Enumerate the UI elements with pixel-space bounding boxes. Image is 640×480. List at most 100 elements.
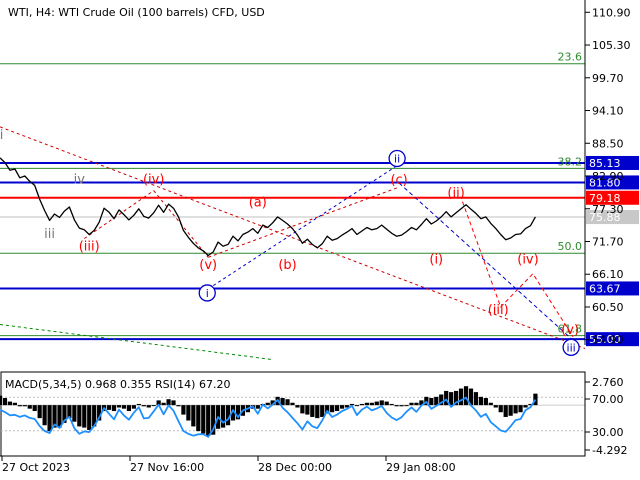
macd-histogram-bar (335, 405, 340, 412)
macd-histogram-bar (493, 405, 498, 408)
macd-histogram-bar (111, 405, 117, 412)
macd-histogram-bar (503, 405, 508, 417)
macd-histogram-bar (300, 405, 305, 414)
macd-histogram-bar (255, 405, 260, 409)
price-level-value: 63.67 (589, 282, 621, 295)
macd-histogram-bar (369, 402, 374, 406)
wave-label: (c) (390, 173, 407, 188)
macd-histogram-bar (354, 405, 360, 407)
macd-histogram-bar (320, 405, 325, 417)
macd-histogram-bar (161, 402, 166, 406)
macd-histogram-bar (478, 396, 483, 406)
macd-histogram-bar (290, 402, 295, 406)
macd-histogram-bar (166, 399, 171, 406)
macd-histogram-bar (513, 405, 518, 414)
macd-histogram-bar (310, 405, 315, 417)
macd-histogram-bar (483, 398, 488, 406)
wave-label: (b) (278, 258, 296, 273)
macd-histogram-bar (22, 405, 27, 407)
macd-histogram-bar (136, 403, 141, 406)
macd-histogram-bar (12, 402, 17, 406)
indicator-tick-label: -4.292 (592, 444, 627, 457)
macd-histogram-bar (106, 405, 112, 410)
macd-histogram-bar (498, 405, 503, 413)
wave-label: (iii) (488, 303, 509, 318)
indicator-tick-label: 70.00 (592, 393, 624, 406)
wave-label: (iv) (517, 253, 538, 268)
macd-histogram-bar (32, 405, 37, 412)
macd-histogram-bar (17, 405, 22, 407)
chart-title: WTI, H4: WTI Crude Oil (100 barrels) CFD… (8, 6, 265, 19)
macd-histogram-bar (37, 405, 42, 419)
macd-histogram-bar (72, 405, 77, 422)
price-tick-label: 99.70 (592, 72, 624, 85)
circled-wave-label: ii (394, 152, 400, 165)
macd-histogram-bar (82, 405, 87, 428)
macd-histogram-bar (488, 402, 493, 406)
macd-histogram-bar (339, 405, 345, 409)
macd-histogram-bar (458, 388, 464, 406)
macd-histogram-bar (201, 405, 206, 434)
circled-wave-label: i (206, 287, 209, 300)
macd-histogram-bar (379, 400, 384, 406)
macd-histogram-bar (404, 405, 409, 407)
macd-histogram-bar (181, 405, 186, 415)
macd-histogram-bar (315, 405, 320, 419)
macd-histogram-bar (414, 402, 419, 406)
macd-histogram-bar (196, 405, 201, 432)
price-level-value: 85.13 (589, 157, 621, 170)
wave-label: iv (74, 173, 86, 188)
circled-wave-label: iii (567, 341, 576, 354)
price-tick-label: 94.10 (592, 105, 624, 118)
macd-histogram-bar (146, 405, 151, 408)
macd-histogram-bar (359, 403, 365, 406)
macd-histogram-bar (374, 401, 379, 406)
wave-label: (v) (561, 323, 579, 338)
macd-histogram-bar (171, 400, 176, 406)
macd-histogram-bar (384, 401, 389, 406)
wave-label: (iii) (79, 239, 100, 254)
macd-histogram-bar (27, 405, 32, 409)
price-tick-label: 88.50 (592, 137, 624, 150)
macd-histogram-bar (87, 405, 92, 430)
macd-histogram-bar (285, 399, 290, 406)
macd-histogram-bar (265, 402, 270, 406)
macd-histogram-bar (518, 405, 523, 413)
fibonacci-level-label: 38.2 (558, 155, 583, 168)
macd-histogram-bar (429, 398, 434, 406)
macd-histogram-bar (463, 386, 469, 406)
time-tick-label: 28 Dec 00:00 (258, 461, 332, 474)
macd-histogram-bar (220, 405, 226, 428)
price-tick-label: 82.90 (592, 170, 624, 183)
price-chart[interactable]: 85.1381.8079.1863.6755.0075.88 23.638.25… (0, 0, 640, 480)
wave-label: (ii) (447, 186, 464, 201)
macd-histogram-bar (473, 392, 479, 406)
macd-histogram-bar (389, 403, 394, 406)
macd-histogram-bar (77, 405, 82, 427)
time-tick-label: 27 Oct 2023 (2, 461, 70, 474)
wave-label: iii (44, 227, 55, 242)
macd-histogram-bar (131, 405, 136, 409)
fibonacci-level-label: 50.0 (558, 240, 583, 253)
macd-histogram-bar (394, 405, 399, 407)
macd-histogram-bar (295, 405, 300, 408)
wave-label: (a) (249, 195, 267, 210)
wave-label: i (0, 128, 3, 143)
macd-histogram-bar (364, 402, 369, 406)
macd-histogram-bar (409, 402, 414, 406)
macd-histogram-bar (116, 405, 122, 408)
time-tick-label: 29 Jan 08:00 (386, 461, 456, 474)
wave-label: (iv) (143, 173, 164, 188)
price-tick-label: 71.70 (592, 236, 624, 249)
macd-histogram-bar (7, 401, 13, 406)
macd-histogram-bar (151, 405, 156, 407)
macd-histogram-bar (42, 405, 47, 426)
macd-histogram-bar (121, 405, 127, 409)
macd-histogram-bar (399, 405, 404, 407)
indicator-tick-label: 2.760 (592, 376, 624, 389)
price-tick-label: 66.10 (592, 268, 624, 281)
macd-histogram-bar (2, 398, 8, 406)
macd-histogram-bar (305, 405, 310, 415)
macd-histogram-bar (508, 405, 513, 416)
wave-label: (i) (429, 253, 443, 268)
